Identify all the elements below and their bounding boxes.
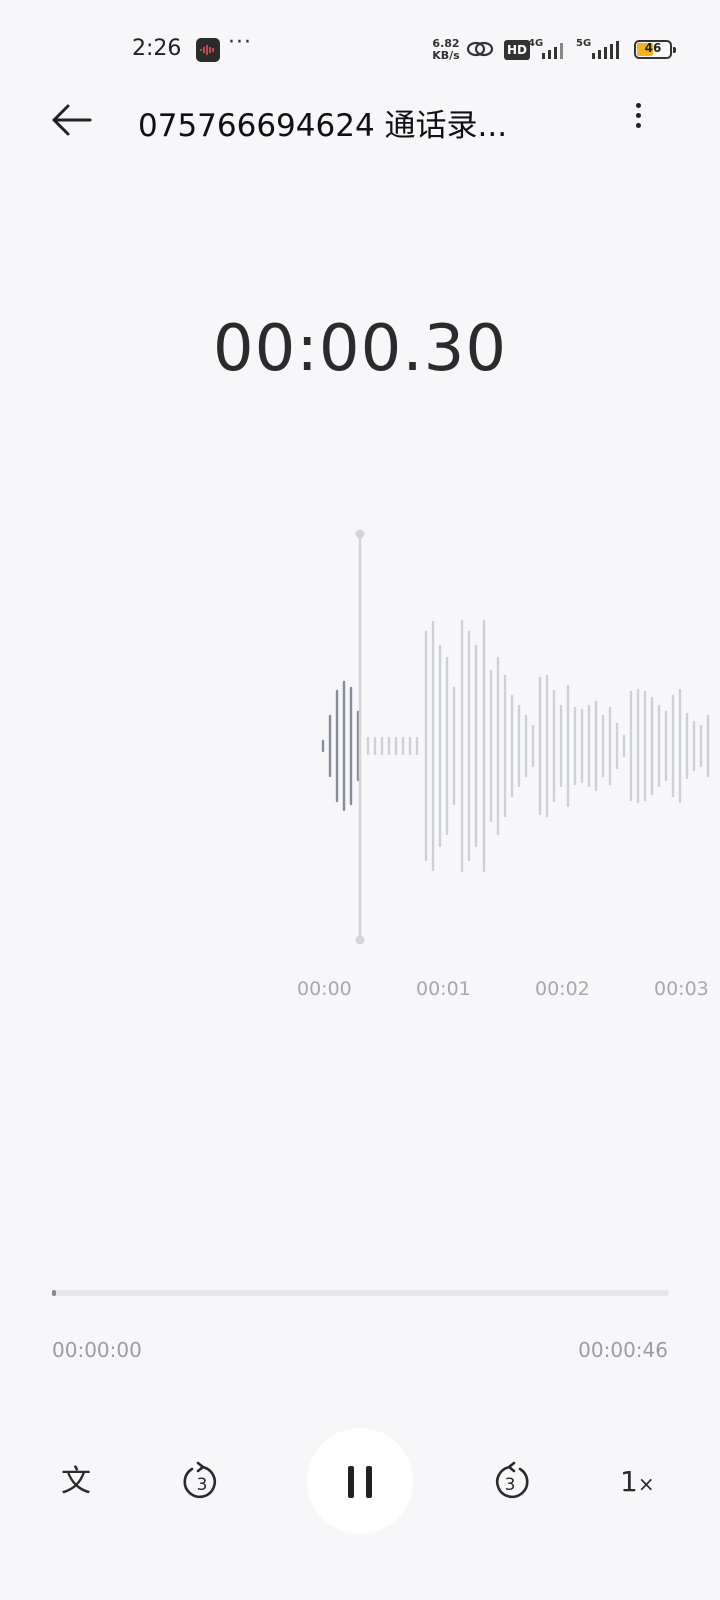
playback-seekbar[interactable] <box>52 1290 669 1296</box>
timeline-label: 00:00 <box>297 978 352 1000</box>
timeline-ruler: 00:00 00:01 00:02 00:03 <box>0 978 720 1008</box>
playhead-handle[interactable] <box>355 935 365 945</box>
hd-voice-icon: HD <box>504 40 531 60</box>
link-icon <box>466 38 494 64</box>
playback-speed-button[interactable]: 1× <box>620 1462 660 1502</box>
signal-icon-2 <box>592 41 619 59</box>
back-button[interactable] <box>50 98 94 142</box>
timeline-label: 00:03 <box>654 978 709 1000</box>
transcribe-icon: 文 <box>61 1464 91 1499</box>
forward-3s-button[interactable]: 3 <box>488 1460 532 1504</box>
more-vertical-icon <box>628 103 648 128</box>
battery-icon: 46 <box>634 40 676 59</box>
timeline-label: 00:02 <box>535 978 590 1000</box>
elapsed-time: 00:00:00 <box>52 1338 142 1362</box>
speed-suffix: × <box>637 1472 655 1496</box>
transcribe-button[interactable]: 文 <box>56 1462 96 1502</box>
network-type-2: 5G <box>576 38 592 49</box>
forward-3s-icon: 3 <box>495 1461 529 1499</box>
arrow-left-icon <box>52 104 92 136</box>
waveform[interactable] <box>0 520 720 950</box>
recorder-app-icon <box>196 38 220 62</box>
more-options-button[interactable] <box>628 98 648 138</box>
rewind-3s-button[interactable]: 3 <box>180 1460 224 1504</box>
speed-value: 1 <box>620 1465 638 1498</box>
rewind-seconds: 3 <box>197 1475 208 1495</box>
playback-timer: 00:00.30 <box>212 312 508 386</box>
signal-icon-1 <box>542 43 563 59</box>
rewind-3s-icon: 3 <box>183 1461 217 1499</box>
status-bar: 2:26 ··· 6.82 KB/s HD 4G 5G 46 <box>0 0 720 96</box>
page-title: 075766694624 通话录... <box>138 108 508 144</box>
forward-seconds: 3 <box>505 1475 516 1495</box>
status-time: 2:26 <box>132 36 182 61</box>
timeline-label: 00:01 <box>416 978 471 1000</box>
total-duration: 00:00:46 <box>578 1338 668 1362</box>
pause-button[interactable] <box>307 1428 413 1534</box>
network-speed-unit: KB/s <box>432 49 460 62</box>
more-notifications-icon: ··· <box>228 30 252 55</box>
battery-level: 46 <box>644 41 662 55</box>
top-app-bar: 075766694624 通话录... <box>0 96 720 144</box>
seekbar-progress <box>52 1290 57 1296</box>
playhead-handle[interactable] <box>355 529 365 539</box>
network-speed: 6.82 KB/s <box>430 38 462 62</box>
